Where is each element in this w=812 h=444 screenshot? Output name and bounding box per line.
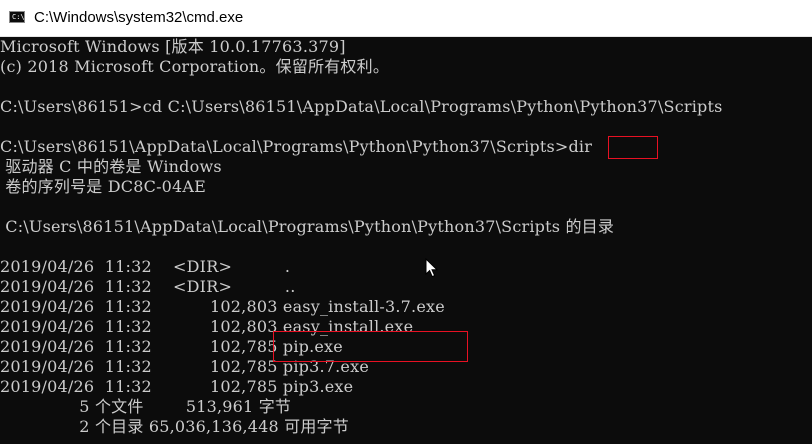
console-output[interactable]: Microsoft Windows [版本 10.0.17763.379] (c… — [0, 37, 812, 444]
cmd-window: C:\ C:\Windows\system32\cmd.exe Microsof… — [0, 0, 812, 444]
console-line: 2019/04/26 11:32 102,785 pip.exe — [0, 337, 343, 356]
title-bar[interactable]: C:\ C:\Windows\system32\cmd.exe — [0, 0, 812, 37]
console-line: 2019/04/26 11:32 <DIR> .. — [0, 277, 296, 296]
cmd-icon: C:\ — [9, 11, 25, 23]
console-line: 2019/04/26 11:32 102,803 easy_install-3.… — [0, 297, 445, 316]
console-line: (c) 2018 Microsoft Corporation。保留所有权利。 — [0, 57, 390, 76]
console-line: 2019/04/26 11:32 102,803 easy_install.ex… — [0, 317, 414, 336]
window-title: C:\Windows\system32\cmd.exe — [34, 9, 244, 26]
console-line: 2019/04/26 11:32 102,785 pip3.7.exe — [0, 357, 369, 376]
console-line: 卷的序列号是 DC8C-04AE — [0, 177, 207, 196]
console-line: 2019/04/26 11:32 102,785 pip3.exe — [0, 377, 354, 396]
console-line: C:\Users\86151>cd C:\Users\86151\AppData… — [0, 97, 723, 116]
console-line: 2019/04/26 11:32 <DIR> . — [0, 257, 291, 276]
console-line: 2 个目录 65,036,136,448 可用字节 — [0, 417, 349, 436]
console-line: 5 个文件 513,961 字节 — [0, 397, 292, 416]
console-line: C:\Users\86151\AppData\Local\Programs\Py… — [0, 217, 615, 236]
console-line: C:\Users\86151\AppData\Local\Programs\Py… — [0, 137, 593, 156]
mouse-pointer-icon — [425, 258, 439, 278]
console-line: Microsoft Windows [版本 10.0.17763.379] — [0, 37, 346, 56]
console-line: 驱动器 C 中的卷是 Windows — [0, 157, 222, 176]
highlight-box-dir-command — [608, 136, 658, 159]
